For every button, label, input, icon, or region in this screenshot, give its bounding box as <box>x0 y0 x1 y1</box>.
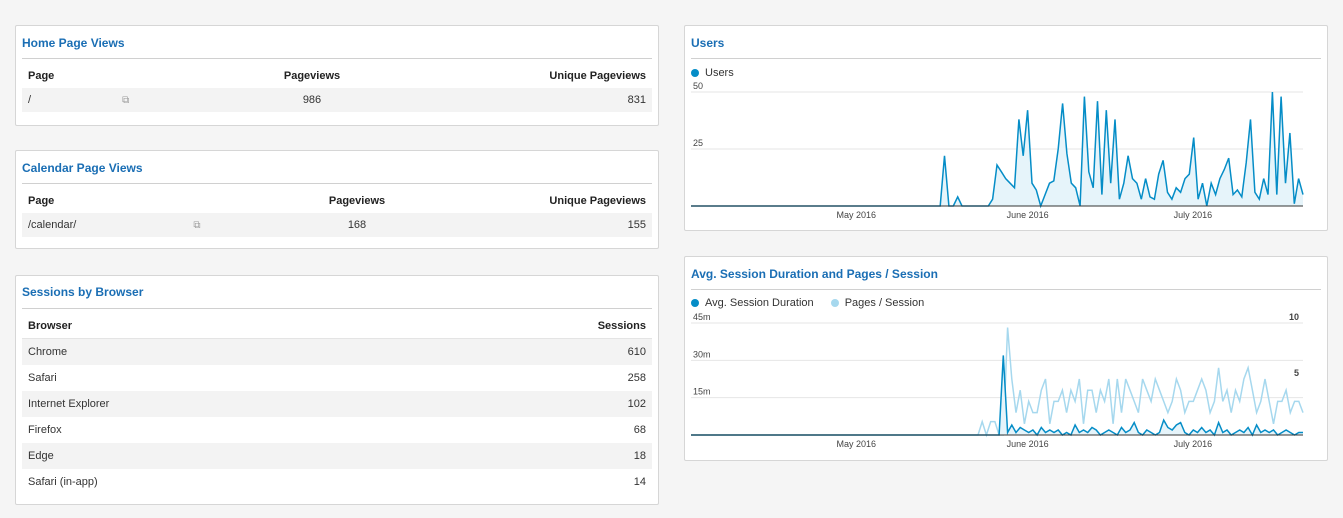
x-tick-label: May 2016 <box>836 210 876 220</box>
browser-name: Safari <box>28 372 57 384</box>
table-row: Safari 258 <box>22 365 652 391</box>
users-legend: Users <box>691 67 734 79</box>
browser-name: Safari (in-app) <box>28 476 98 488</box>
table-row: /calendar/ ⧉ 168 155 <box>22 213 652 237</box>
legend-pages-session-label: Pages / Session <box>844 297 925 309</box>
x-tick-label: May 2016 <box>836 439 876 449</box>
y-tick-label: 25 <box>693 138 703 148</box>
y-left-tick-label: 15m <box>693 387 711 397</box>
table-row: Internet Explorer 102 <box>22 391 652 417</box>
unique-pageviews-value: 831 <box>440 88 652 112</box>
sessions-by-browser-title[interactable]: Sessions by Browser <box>22 276 652 309</box>
session-widget: Avg. Session Duration and Pages / Sessio… <box>684 256 1328 461</box>
external-link-icon[interactable]: ⧉ <box>122 95 129 106</box>
y-left-tick-label: 45m <box>693 313 711 322</box>
y-left-tick-label: 30m <box>693 349 711 359</box>
users-chart: 50 25 May 2016 June 2016 July 2016 <box>691 82 1304 220</box>
col-sessions: Sessions <box>597 320 646 332</box>
col-unique-pageviews: Unique Pageviews <box>549 70 646 82</box>
sessions-by-browser-table: Browser Sessions Chrome 610 Safari 258 I… <box>22 314 652 495</box>
table-row: Firefox 68 <box>22 417 652 443</box>
pages-session-line <box>691 327 1304 438</box>
col-pageviews: Pageviews <box>283 70 341 82</box>
unique-pageviews-value: 155 <box>440 213 652 237</box>
x-tick-label: June 2016 <box>1007 210 1049 220</box>
table-row: Edge 18 <box>22 443 652 469</box>
x-tick-label: July 2016 <box>1174 439 1213 449</box>
col-pageviews: Pageviews <box>328 195 386 207</box>
calendar-page-views-widget: Calendar Page Views Page Pageviews Uniqu… <box>15 150 659 249</box>
session-chart: 45m 30m 15m 10 5 May 2016 June 2016 July 2016 <box>691 313 1304 449</box>
legend-users-label: Users <box>705 67 734 79</box>
browser-name: Firefox <box>28 424 62 436</box>
external-link-icon[interactable]: ⧉ <box>193 220 200 231</box>
sessions-value: 68 <box>633 424 646 436</box>
col-page: Page <box>28 195 55 207</box>
legend-dot <box>830 299 839 307</box>
pageviews-value: 168 <box>274 213 440 237</box>
avg-session-area <box>691 355 1303 435</box>
col-browser: Browser <box>28 320 73 332</box>
table-row: Safari (in-app) 14 <box>22 469 652 495</box>
page-link[interactable]: / <box>28 94 31 106</box>
sessions-value: 18 <box>404 443 652 469</box>
legend-dot <box>691 299 699 307</box>
calendar-page-views-table: Page Pageviews Unique Pageviews /calenda… <box>22 189 652 237</box>
col-unique-pageviews: Unique Pageviews <box>549 195 646 207</box>
table-row: / ⧉ 986 831 <box>22 88 652 112</box>
sessions-value: 102 <box>404 391 652 417</box>
sessions-value: 258 <box>627 372 646 384</box>
home-page-views-title[interactable]: Home Page Views <box>22 26 652 59</box>
home-page-views-widget: Home Page Views Page Pageviews Unique Pa… <box>15 25 659 126</box>
y-tick-label: 50 <box>693 82 703 91</box>
avg-session-line <box>691 355 1303 437</box>
col-page: Page <box>28 70 55 82</box>
users-widget: Users Users 50 25 May 2016 June 2016 July 20… <box>684 25 1328 231</box>
home-page-views-table: Page Pageviews Unique Pageviews / ⧉ 986 … <box>22 64 652 112</box>
sessions-by-browser-widget: Sessions by Browser Browser Sessions Chr… <box>15 275 659 505</box>
calendar-page-views-title[interactable]: Calendar Page Views <box>22 151 652 184</box>
browser-name: Internet Explorer <box>22 391 405 417</box>
browser-name: Edge <box>22 443 405 469</box>
page-link[interactable]: /calendar/ <box>28 219 76 231</box>
y-right-tick-label: 10 <box>1289 313 1299 322</box>
session-legend: Avg. Session Duration Pages / Session <box>691 297 938 309</box>
x-tick-label: June 2016 <box>1007 439 1049 449</box>
pageviews-value: 986 <box>184 88 440 112</box>
session-title[interactable]: Avg. Session Duration and Pages / Sessio… <box>691 257 1321 290</box>
sessions-value: 14 <box>633 476 646 488</box>
table-row: Chrome 610 <box>22 338 652 365</box>
sessions-value: 610 <box>404 338 652 365</box>
browser-name: Chrome <box>22 338 405 365</box>
legend-dot <box>691 69 699 77</box>
users-title[interactable]: Users <box>691 26 1321 59</box>
legend-avg-session-label: Avg. Session Duration <box>705 297 814 309</box>
x-tick-label: July 2016 <box>1174 210 1213 220</box>
y-right-tick-label: 5 <box>1294 368 1299 378</box>
